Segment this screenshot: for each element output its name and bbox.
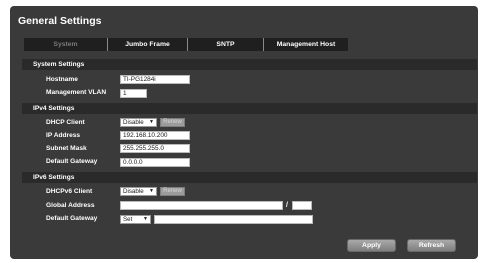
ipv4-default-gateway-label: Default Gateway — [46, 158, 98, 165]
refresh-button[interactable]: Refresh — [407, 239, 456, 252]
ipv6-gateway-mode-value: Set — [123, 216, 133, 223]
chevron-down-icon: ▼ — [149, 188, 154, 194]
subnet-mask-input[interactable]: 255.255.255.0 — [120, 144, 190, 153]
ipv4-default-gateway-input[interactable]: 0.0.0.0 — [120, 158, 190, 167]
management-vlan-input[interactable]: 1 — [120, 89, 147, 98]
ipv6-renew-button[interactable]: Renew — [160, 187, 185, 196]
dhcp-client-value: Disable — [123, 119, 144, 126]
dhcp-client-label: DHCP Client — [46, 119, 85, 126]
ipv4-settings-header: IPv4 Settings — [22, 103, 477, 114]
tab-jumbo-frame[interactable]: Jumbo Frame — [108, 38, 188, 51]
dhcpv6-client-label: DHCPv6 Client — [46, 188, 93, 195]
chevron-down-icon: ▼ — [149, 119, 154, 125]
system-settings-header: System Settings — [22, 59, 477, 70]
dhcpv6-client-value: Disable — [123, 188, 144, 195]
tab-system[interactable]: System — [24, 38, 108, 51]
tab-bar: System Jumbo Frame SNTP Management Host — [24, 38, 348, 51]
global-address-input[interactable] — [120, 201, 283, 210]
hostname-label: Hostname — [46, 76, 78, 83]
page-title: General Settings — [18, 15, 102, 27]
ipv6-default-gateway-label: Default Gateway — [46, 215, 98, 222]
ip-address-label: IP Address — [46, 132, 81, 139]
settings-panel: General Settings System Jumbo Frame SNTP… — [10, 6, 478, 259]
ipv6-settings-header: IPv6 Settings — [22, 172, 477, 183]
prefix-length-input[interactable] — [292, 201, 312, 210]
ipv6-default-gateway-input[interactable] — [154, 215, 313, 224]
ip-address-input[interactable]: 192.168.10.200 — [120, 131, 190, 140]
prefix-separator: / — [286, 202, 288, 209]
ipv4-renew-button[interactable]: Renew — [160, 118, 185, 127]
apply-button[interactable]: Apply — [347, 239, 396, 252]
tab-management-host[interactable]: Management Host — [264, 38, 348, 51]
management-vlan-label: Management VLAN — [46, 89, 107, 96]
chevron-down-icon: ▼ — [143, 216, 148, 222]
global-address-label: Global Address — [46, 202, 95, 209]
hostname-input[interactable]: TI-PG1284i — [120, 75, 190, 84]
ipv6-gateway-mode-select[interactable]: Set ▼ — [120, 215, 151, 224]
dhcp-client-select[interactable]: Disable ▼ — [120, 118, 157, 127]
tab-sntp[interactable]: SNTP — [188, 38, 264, 51]
subnet-mask-label: Subnet Mask — [46, 145, 87, 152]
dhcpv6-client-select[interactable]: Disable ▼ — [120, 187, 157, 196]
